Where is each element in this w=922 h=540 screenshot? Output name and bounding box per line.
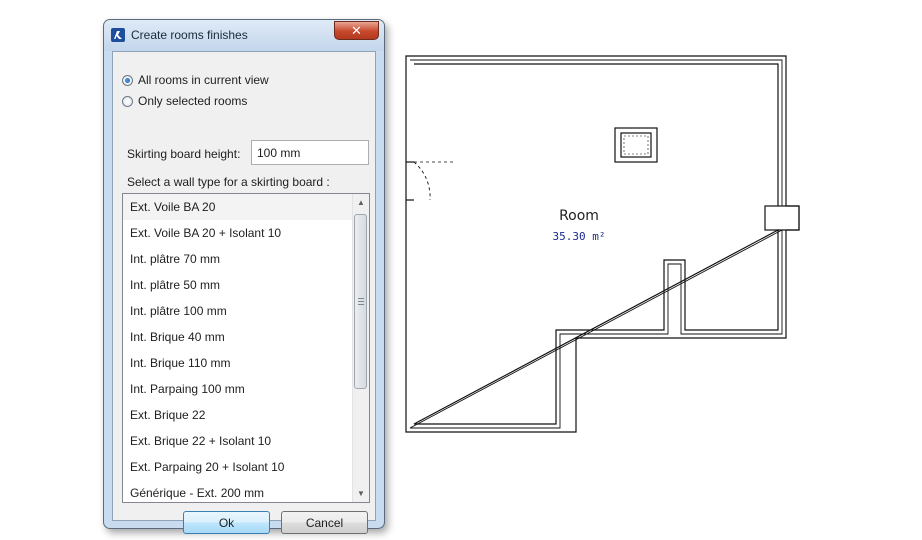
list-item[interactable]: Int. plâtre 50 mm xyxy=(123,272,353,298)
inner-wall-outline xyxy=(413,63,779,425)
create-rooms-finishes-dialog: Create rooms finishes ✕ All rooms in cur… xyxy=(103,19,385,534)
dialog-body: All rooms in current view Only selected … xyxy=(112,51,376,534)
list-item[interactable]: Ext. Parpaing 20 + Isolant 10 xyxy=(123,454,353,480)
radio-all-rooms[interactable]: All rooms in current view xyxy=(122,72,269,88)
close-icon: ✕ xyxy=(351,22,362,38)
wall-type-listbox[interactable]: Ext. Voile BA 20 Ext. Voile BA 20 + Isol… xyxy=(122,193,370,503)
list-item[interactable]: Int. Parpaing 100 mm xyxy=(123,376,353,402)
room-name-tag: Room xyxy=(559,208,599,224)
dialog-titlebar[interactable]: Create rooms finishes ✕ xyxy=(104,20,384,51)
radio-selected-rooms-indicator[interactable] xyxy=(122,95,133,107)
dialog-title: Create rooms finishes xyxy=(131,28,248,42)
grip-line xyxy=(358,301,364,302)
column-inner xyxy=(620,132,652,158)
wall-type-items: Ext. Voile BA 20 Ext. Voile BA 20 + Isol… xyxy=(123,194,353,502)
list-item[interactable]: Int. plâtre 70 mm xyxy=(123,246,353,272)
list-item[interactable]: Int. plâtre 100 mm xyxy=(123,298,353,324)
cancel-button[interactable]: Cancel xyxy=(281,511,368,534)
list-item[interactable]: Ext. Voile BA 20 + Isolant 10 xyxy=(123,220,353,246)
radio-all-rooms-indicator[interactable] xyxy=(122,74,133,86)
wall-type-label: Select a wall type for a skirting board … xyxy=(127,175,330,189)
skirting-height-input[interactable] xyxy=(251,140,369,165)
list-item[interactable]: Ext. Voile BA 20 xyxy=(123,194,353,220)
list-item[interactable]: Ext. Brique 22 xyxy=(123,402,353,428)
close-button[interactable]: ✕ xyxy=(334,21,379,40)
listbox-scrollbar[interactable]: ▲ ▼ xyxy=(352,194,369,502)
window-box xyxy=(764,205,800,231)
radio-selected-rooms-label: Only selected rooms xyxy=(138,94,248,108)
revit-app-icon xyxy=(111,28,125,42)
door-swing-arc xyxy=(413,161,431,201)
list-item[interactable]: Ext. Brique 22 + Isolant 10 xyxy=(123,428,353,454)
skirting-height-label: Skirting board height: xyxy=(127,147,241,161)
list-item[interactable]: Int. Brique 40 mm xyxy=(123,324,353,350)
scroll-thumb[interactable] xyxy=(354,214,367,389)
scroll-down-arrow-icon[interactable]: ▼ xyxy=(353,485,369,502)
list-item[interactable]: Int. Brique 110 mm xyxy=(123,350,353,376)
list-item[interactable]: Générique - Ext. 200 mm xyxy=(123,480,353,502)
wall-core-line xyxy=(409,59,783,429)
floor-plan-view[interactable]: Room 35.30 m² xyxy=(400,50,810,440)
grip-line xyxy=(358,298,364,299)
outer-wall-outline xyxy=(405,55,800,433)
room-area-tag: 35.30 m² xyxy=(553,230,606,243)
radio-selected-rooms[interactable]: Only selected rooms xyxy=(122,93,247,109)
scroll-up-arrow-icon[interactable]: ▲ xyxy=(353,194,369,211)
radio-all-rooms-label: All rooms in current view xyxy=(138,73,269,87)
grip-line xyxy=(358,304,364,305)
ok-button[interactable]: Ok xyxy=(183,511,270,534)
